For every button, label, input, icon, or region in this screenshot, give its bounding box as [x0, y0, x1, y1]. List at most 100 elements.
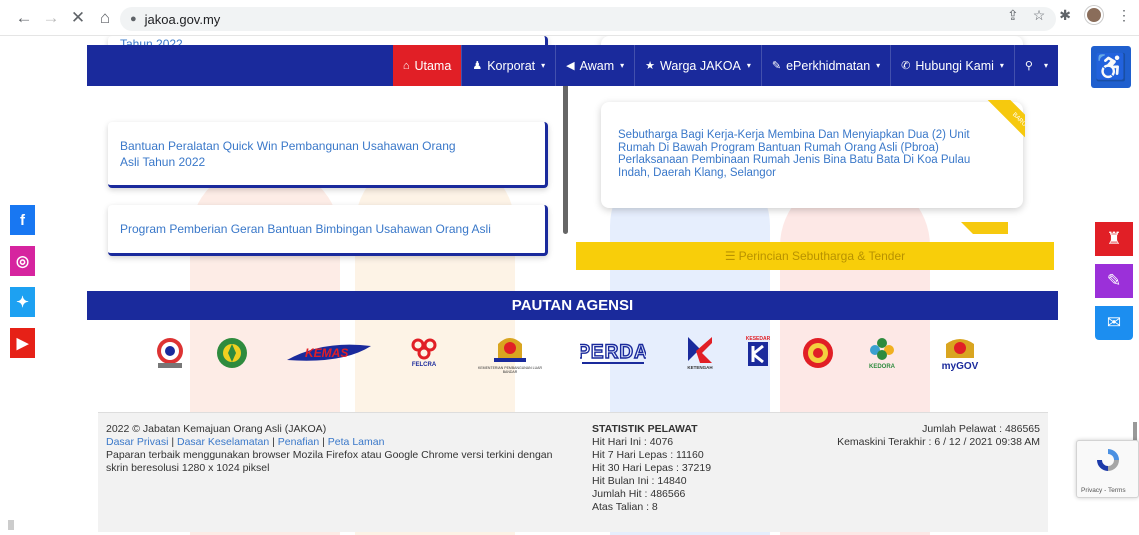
- tender-card-title[interactable]: Sebutharga Bagi Kerja-Kerja Membina Dan …: [601, 102, 1023, 179]
- instagram-icon[interactable]: ◎: [10, 246, 35, 276]
- copyright-text: 2022 © Jabatan Kemajuan Orang Asli (JAKO…: [106, 423, 327, 435]
- bookmark-star-icon[interactable]: ☆: [1033, 7, 1046, 24]
- chevron-down-icon: ▾: [746, 61, 751, 70]
- total-visitors: Jumlah Pelawat : 486565: [922, 423, 1040, 435]
- scroll-indicator: [8, 520, 14, 530]
- home-icon[interactable]: ⌂: [94, 7, 116, 29]
- stat-month: Hit Bulan Ini : 14840: [592, 475, 687, 487]
- kpkt-label: KEMENTERIAN PEMBANGUNAN LUAR BANDAR: [478, 366, 542, 374]
- kedora-logo[interactable]: KEDORA: [862, 328, 902, 378]
- youtube-icon[interactable]: ▶: [10, 328, 35, 358]
- edit-icon[interactable]: ✎: [1095, 264, 1133, 298]
- disclaimer-link[interactable]: Penafian: [278, 436, 319, 448]
- news-card[interactable]: Program Pemberian Geran Bantuan Bimbinga…: [108, 205, 548, 256]
- stat-online: Atas Talian : 8: [592, 501, 658, 513]
- browser-toolbar: ← → ✕ ⌂ ● jakoa.gov.my ⇪ ☆ ✱ ⋮: [0, 0, 1139, 36]
- nav-search-button[interactable]: ⚲ ▾: [1013, 45, 1058, 86]
- felcra-logo[interactable]: FELCRA: [402, 328, 446, 378]
- twitter-glyph: ✦: [16, 294, 29, 311]
- footer: 2022 © Jabatan Kemajuan Orang Asli (JAKO…: [98, 412, 1048, 532]
- share-icon[interactable]: ⇪: [1007, 7, 1019, 24]
- chevron-down-icon: ▾: [620, 61, 625, 70]
- ketengah-logo[interactable]: KETENGAH: [680, 328, 720, 378]
- nav-item-label: Utama: [414, 58, 452, 73]
- chevron-down-icon: ▾: [1043, 61, 1048, 70]
- list-icon: ☰: [724, 249, 736, 263]
- recaptcha-badge[interactable]: Privacy - Terms: [1076, 440, 1139, 498]
- recaptcha-terms[interactable]: Privacy - Terms: [1081, 487, 1126, 494]
- news-card-title[interactable]: Bantuan Peralatan Quick Win Pembangunan …: [108, 122, 488, 184]
- link-separator: |: [168, 436, 177, 448]
- mygov-logo[interactable]: myGOV: [932, 328, 988, 378]
- nav-item-label: ePerkhidmatan: [786, 58, 871, 73]
- phone-icon: ✆: [901, 60, 911, 72]
- lock-icon: ●: [130, 13, 137, 25]
- pencil-icon: ✎: [771, 60, 782, 72]
- main-navbar: ⌂ Utama ♟ Korporat ▾ ◀ Awam ▾ ★ Warga JAKOA ▾ ✎ ePer…: [87, 45, 1058, 86]
- stat-7days: Hit 7 Hari Lepas : 11160: [592, 449, 704, 461]
- instagram-glyph: ◎: [15, 253, 30, 270]
- edit-glyph: ✎: [1106, 271, 1122, 290]
- nav-item-hubungi-kami[interactable]: ✆ Hubungi Kami ▾: [890, 45, 1014, 86]
- footer-info: 2022 © Jabatan Kemajuan Orang Asli (JAKO…: [106, 423, 576, 475]
- tender-details-button[interactable]: ☰ Perincian Sebutharga & Tender: [576, 242, 1054, 270]
- kesedar-label: KESEDAR: [746, 336, 771, 342]
- jakoa-logo[interactable]: [150, 328, 190, 378]
- recaptcha-icon: [1097, 449, 1119, 471]
- accessibility-icon: ♿: [1094, 51, 1128, 82]
- facebook-glyph: f: [20, 211, 25, 229]
- nav-item-warga-jakoa[interactable]: ★ Warga JAKOA ▾: [634, 45, 761, 86]
- extensions-icon[interactable]: ✱: [1059, 7, 1071, 24]
- menu-icon[interactable]: ⋮: [1117, 7, 1131, 24]
- nav-item-awam[interactable]: ◀ Awam ▾: [555, 45, 634, 86]
- youtube-glyph: ▶: [16, 335, 29, 352]
- star-icon: ★: [645, 60, 656, 72]
- stat-today: Hit Hari Ini : 4076: [592, 436, 674, 448]
- chevron-down-icon: ▾: [541, 61, 546, 70]
- library-glyph: ♜: [1106, 229, 1122, 248]
- nav-item-eperkhidmatan[interactable]: ✎ ePerkhidmatan ▾: [760, 45, 890, 86]
- accessibility-button[interactable]: ♿: [1091, 46, 1131, 88]
- tender-details-label: Perincian Sebutharga & Tender: [738, 249, 906, 263]
- twitter-icon[interactable]: ✦: [10, 287, 35, 317]
- back-icon[interactable]: ←: [13, 7, 35, 29]
- nav-item-label: Warga JAKOA: [660, 58, 741, 73]
- stop-icon[interactable]: ✕: [67, 7, 89, 29]
- facebook-icon[interactable]: f: [10, 205, 35, 235]
- kejora-seal-logo[interactable]: [798, 328, 838, 378]
- news-card-title[interactable]: Program Pemberian Geran Bantuan Bimbinga…: [108, 205, 545, 251]
- nav-item-korporat[interactable]: ♟ Korporat ▾: [461, 45, 555, 86]
- users-icon: ♟: [472, 60, 483, 72]
- kpkt-logo[interactable]: KEMENTERIAN PEMBANGUNAN LUAR BANDAR: [474, 328, 546, 378]
- library-icon[interactable]: ♜: [1095, 222, 1133, 256]
- nav-item-label: Korporat: [487, 58, 536, 73]
- perda-logo[interactable]: PERDA: [578, 328, 648, 378]
- privacy-link[interactable]: Dasar Privasi: [106, 436, 168, 448]
- stat-total-hits: Jumlah Hit : 486566: [592, 488, 686, 500]
- tender-card[interactable]: BARU Sebutharga Bagi Kerja-Kerja Membina…: [601, 100, 1025, 208]
- nav-item-utama[interactable]: ⌂ Utama: [392, 45, 462, 86]
- footer-links: Dasar Privasi | Dasar Keselamatan | Pena…: [106, 436, 576, 449]
- last-updated: Kemaskini Terakhir : 6 / 12 / 2021 09:38…: [837, 436, 1040, 448]
- news-card[interactable]: Bantuan Peralatan Quick Win Pembangunan …: [108, 122, 548, 188]
- mail-icon[interactable]: ✉: [1095, 306, 1133, 340]
- security-link[interactable]: Dasar Keselamatan: [177, 436, 269, 448]
- address-bar[interactable]: ● jakoa.gov.my: [120, 7, 1056, 31]
- mail-glyph: ✉: [1106, 313, 1122, 332]
- stat-30days: Hit 30 Hari Lepas : 37219: [592, 462, 712, 474]
- browser-note: Paparan terbaik menggunakan browser Mozi…: [106, 449, 553, 474]
- link-separator: |: [319, 436, 328, 448]
- perda-label: PERDA: [580, 342, 646, 363]
- avatar[interactable]: [1085, 6, 1103, 24]
- link-separator: |: [269, 436, 278, 448]
- chevron-down-icon: ▾: [999, 61, 1004, 70]
- home-icon: ⌂: [402, 59, 410, 72]
- mygov-label: myGOV: [942, 361, 979, 372]
- nav-item-label: Hubungi Kami: [915, 58, 994, 73]
- sitemap-link[interactable]: Peta Laman: [328, 436, 385, 448]
- kesedar-logo[interactable]: KESEDAR: [738, 328, 778, 378]
- forward-icon[interactable]: →: [40, 7, 62, 29]
- risda-logo[interactable]: [212, 328, 252, 378]
- kemas-logo[interactable]: KEMAS: [280, 328, 375, 378]
- visitor-summary: Jumlah Pelawat : 486565 Kemaskini Terakh…: [837, 423, 1040, 449]
